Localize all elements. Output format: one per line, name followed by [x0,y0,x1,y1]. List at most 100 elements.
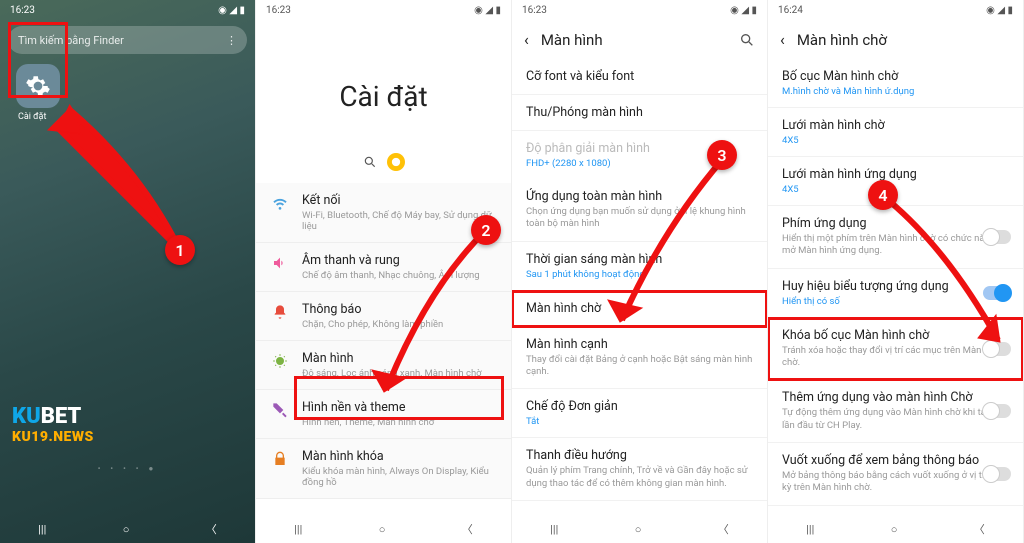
display-body: ‹ Màn hình Cỡ font và kiểu font Thu/Phóng… [512,20,767,515]
homescreen-item[interactable]: Bố cục Màn hình chờ M.hình chờ và Màn hìn… [768,59,1023,108]
back-icon[interactable]: ‹ [524,30,529,49]
header: ‹ Màn hình chờ [768,20,1023,59]
homescreen-item[interactable]: Thêm ứng dụng vào màn hình ChờTự động th… [768,380,1023,443]
display-list: Cỡ font và kiểu fontThu/Phóng màn hìnhĐộ… [512,59,767,501]
item-sub: Hiển thị một phím trên Màn hình chờ có c… [782,233,1009,258]
homescreen-item[interactable]: Xoay sang chế độ ngangTự động xoay Màn h… [768,506,1023,515]
nav-back[interactable]: 〈 [718,521,729,537]
display-item[interactable]: Chế độ Đơn giảnTắt [512,389,767,438]
item-sub: Mở bảng thông báo bằng cách vuốt xuống ở… [782,470,1009,495]
nav-recent[interactable]: ||| [550,523,558,536]
nav-home[interactable]: ○ [891,523,898,536]
item-sub: Wi-Fi, Bluetooth, Chế độ Máy bay, Sử dụn… [302,210,497,232]
nav-home[interactable]: ○ [123,523,130,536]
wifi-icon [270,193,290,232]
step-badge-2: 2 [471,215,501,245]
step-badge-1: 1 [165,235,195,265]
display-item[interactable]: Màn hình cạnhThay đổi cài đặt Bảng ở cạn… [512,327,767,390]
item-label: Kết nối [302,193,497,208]
back-icon[interactable]: ‹ [780,30,785,49]
settings-item-sound[interactable]: Âm thanh và rung Chế độ âm thanh, Nhạc ch… [256,243,511,292]
nav-back[interactable]: 〈 [462,521,473,537]
step-badge-4: 4 [868,180,898,210]
status-bar: 16:23 ◉ ◢ ▮ [0,0,255,20]
notif-icon [270,302,290,330]
nav-bar: ||| ○ 〈 [512,515,767,543]
toggle-switch[interactable] [983,404,1011,418]
nav-bar: ||| ○ 〈 [256,515,511,543]
display-item[interactable]: Thu/Phóng màn hình [512,95,767,131]
more-icon[interactable]: ⋮ [226,34,237,47]
lock-icon [270,449,290,488]
home-body: Tìm kiếm bằng Finder ⋮ Cài đặt 1 KUBET K… [0,20,255,515]
status-time: 16:23 [266,5,291,16]
item-value: Sau 1 phút không hoạt động [526,269,753,280]
item-label: Lưới màn hình chờ [782,118,1009,133]
item-label: Thanh điều hướng [526,448,753,463]
item-label: Cỡ font và kiểu font [526,69,753,84]
homescreen-item[interactable]: Phím ứng dụng Hiển thị một phím trên Màn … [768,206,1023,269]
homescreen-body: ‹ Màn hình chờ Bố cục Màn hình chờ M.hình… [768,20,1023,515]
item-sub: Chế độ âm thanh, Nhạc chuông, Âm lượng [302,270,497,281]
item-label: Phím ứng dụng [782,216,1009,231]
settings-app-label: Cài đặt [18,112,255,122]
settings-body: Cài đặt Kết nốiWi-Fi, Bluetooth, Chế độ … [256,20,511,515]
header: ‹ Màn hình [512,20,767,59]
nav-back[interactable]: 〈 [974,521,985,537]
status-bar: 16:23 ◉ ◢ ▮ [512,0,767,20]
display-item[interactable]: Thời gian sáng màn hình Sau 1 phút không … [512,242,767,291]
search-icon[interactable] [363,155,377,169]
item-label: Màn hình [302,351,497,366]
step-badge-3: 3 [707,140,737,170]
display-item[interactable]: Ứng dụng toàn màn hình Chọn ứng dụng bạn … [512,179,767,242]
toggle-switch[interactable] [983,342,1011,356]
homescreen-item[interactable]: Khóa bố cục Màn hình chờTránh xóa hoặc t… [768,318,1023,381]
search-icon[interactable] [739,32,755,48]
status-bar: 16:23 ◉ ◢ ▮ [256,0,511,20]
homescreen-item[interactable]: Vuốt xuống để xem bảng thông báoMở bảng … [768,443,1023,506]
toggle-switch[interactable] [983,230,1011,244]
settings-item-lock[interactable]: Màn hình khóaKiểu khóa màn hình, Always … [256,439,511,499]
nav-recent[interactable]: ||| [294,523,302,536]
item-sub: Tránh xóa hoặc thay đổi vị trí các mục t… [782,345,1009,370]
toggle-switch[interactable] [983,286,1011,300]
item-label: Âm thanh và rung [302,253,497,268]
nav-recent[interactable]: ||| [38,523,46,536]
status-icons-right: ◉ ◢ ▮ [730,5,757,16]
homescreen-item[interactable]: Huy hiệu biểu tượng ứng dụngHiển thị có … [768,269,1023,318]
account-icon[interactable] [387,153,405,171]
display-item[interactable]: Thanh điều hướngQuản lý phím Trang chính… [512,438,767,501]
display-item[interactable]: Màn hình chờ [512,291,767,327]
item-label: Chế độ Đơn giản [526,399,753,414]
nav-recent[interactable]: ||| [806,523,814,536]
display-item[interactable]: Cỡ font và kiểu font [512,59,767,95]
nav-home[interactable]: ○ [379,523,386,536]
homescreen-item[interactable]: Lưới màn hình chờ4X5 [768,108,1023,157]
nav-home[interactable]: ○ [635,523,642,536]
nav-bar: ||| ○ 〈 [768,515,1023,543]
status-icons-right: ◉ ◢ ▮ [986,5,1013,16]
phone-4-homescreen: 16:24 ◉ ◢ ▮ ‹ Màn hình chờ Bố cục Màn hì… [768,0,1024,543]
display-icon [270,351,290,379]
status-time: 16:24 [778,5,803,16]
item-label: Màn hình cạnh [526,337,753,352]
toggle-switch[interactable] [983,467,1011,481]
item-label: Bố cục Màn hình chờ [782,69,1009,84]
sound-icon [270,253,290,281]
item-label: Lưới màn hình ứng dụng [782,167,1009,182]
item-value: M.hình chờ và Màn hình ứ.dụng [782,86,1009,97]
phone-3-display: 16:23 ◉ ◢ ▮ ‹ Màn hình Cỡ font và kiểu f… [512,0,768,543]
item-label: Ứng dụng toàn màn hình [526,189,753,204]
status-time: 16:23 [522,5,547,16]
status-icons-right: ◉ ◢ ▮ [218,5,245,16]
settings-item-notif[interactable]: Thông báoChặn, Cho phép, Không làm phiền [256,292,511,341]
status-bar: 16:24 ◉ ◢ ▮ [768,0,1023,20]
item-label: Màn hình chờ [526,301,753,316]
kubet-logo: KUBET KU19.NEWS [12,404,94,445]
item-sub: Chặn, Cho phép, Không làm phiền [302,319,497,330]
item-label: Thời gian sáng màn hình [526,252,753,267]
status-icons-right: ◉ ◢ ▮ [474,5,501,16]
nav-back[interactable]: 〈 [206,521,217,537]
item-label: Thu/Phóng màn hình [526,105,753,120]
item-sub: Chọn ứng dụng bạn muốn sử dụng ở tỉ lệ k… [526,206,753,231]
